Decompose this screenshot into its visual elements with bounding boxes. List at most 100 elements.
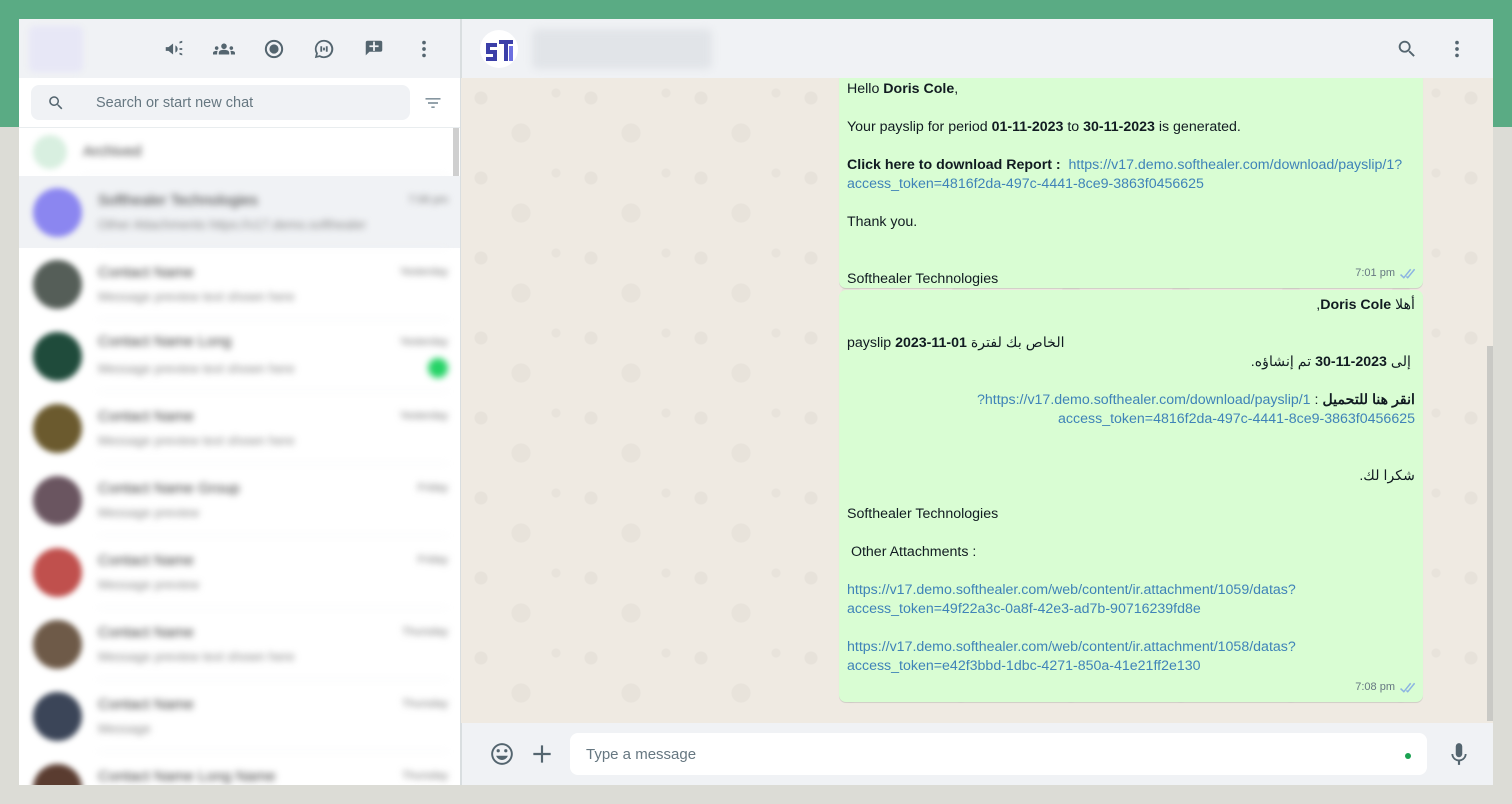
communities-icon [213, 43, 235, 54]
chat-list-item-body: Softhealer Technologies 7:08 pm Other Atta… [98, 176, 448, 248]
message-input[interactable] [586, 745, 1411, 763]
chat-preview: Message preview text shown here [98, 432, 295, 448]
message-meta: 7:08 pm [1355, 678, 1415, 697]
whatsapp-window: Archived Softhealer Technologies 7:08 pm Ot… [19, 19, 1493, 785]
chat-list-item-body: Contact Name Yesterday Message preview tex… [98, 248, 448, 320]
attachment-link[interactable]: https://v17.demo.softhealer.com/web/cont… [847, 638, 1415, 657]
avatar [33, 475, 82, 525]
search-icon [1398, 40, 1415, 57]
message-line: شكرا لك. [1359, 468, 1415, 484]
chat-list-item[interactable]: Contact Name Long Yesterday Message previe… [19, 320, 460, 392]
message-scrollbar[interactable] [1487, 346, 1493, 721]
chat-list-item-body: Contact Name Long Yesterday Message previe… [98, 320, 448, 392]
conversation-header [461, 19, 1493, 78]
grammar-indicator [1405, 753, 1411, 759]
chat-name: Contact Name [98, 263, 194, 281]
contact-name[interactable] [532, 28, 712, 69]
conversation-menu-button[interactable] [1437, 29, 1477, 69]
chat-name: Softhealer Technologies [98, 191, 258, 209]
avatar [33, 403, 82, 453]
megaphone-icon [165, 40, 183, 55]
chat-preview: Message [98, 720, 151, 736]
attachment-link-continued[interactable]: access_token=e42f3bbd-1dbc-4271-850a-41e… [847, 657, 1415, 676]
message-line: Your payslip for period 01-11-2023 to 30… [847, 119, 1241, 135]
chat-name: Contact Name Long Name [98, 767, 276, 785]
download-link-continued[interactable]: access_token=4816f2da-497c-4441-8ce9-386… [847, 175, 1415, 194]
unread-filter-button[interactable] [418, 88, 448, 118]
download-link[interactable]: https://v17.demo.softhealer.com/download… [977, 392, 1311, 408]
outgoing-message[interactable]: أهلا Doris Cole, payslip 2023-11-01 الخا… [839, 290, 1423, 702]
message-meta: 7:01 pm [1355, 264, 1415, 283]
chat-list-item-body: Contact Name Long NameThursdayMessage [98, 752, 448, 785]
message-line: Hello Doris Cole, [847, 81, 959, 97]
unread-badge [428, 358, 448, 378]
message-line: Click here to download Report : https://… [847, 157, 1403, 173]
chat-list-item[interactable]: Contact Name Group Friday Message preview [19, 464, 460, 536]
chat-list-item[interactable]: Contact Name Yesterday Message preview tex… [19, 248, 460, 320]
search-icon[interactable] [47, 94, 65, 112]
channels-chat-icon [314, 39, 334, 58]
conversation-search-button[interactable] [1387, 29, 1427, 69]
chat-preview: Message preview text shown here [98, 360, 295, 376]
double-check-icon [1400, 682, 1415, 693]
conversation-panel: Hello Doris Cole, Your payslip for perio… [461, 19, 1493, 785]
new-chat-button[interactable] [354, 29, 394, 69]
chat-time: Thursday [402, 626, 448, 638]
plus-icon [533, 745, 551, 763]
chat-preview: Message preview text shown here [98, 648, 295, 664]
chat-list-item[interactable]: Contact Name Thursday Message preview text… [19, 608, 460, 680]
communities-button[interactable] [204, 29, 244, 69]
chat-preview: Message preview text shown here [98, 288, 295, 304]
my-profile-avatar[interactable] [29, 25, 83, 72]
search-bar [19, 78, 460, 128]
download-link-continued[interactable]: access_token=4816f2da-497c-4441-8ce9-386… [847, 410, 1415, 429]
attach-button[interactable] [522, 734, 562, 774]
voice-message-button[interactable] [1439, 734, 1479, 774]
message-area[interactable]: Hello Doris Cole, Your payslip for perio… [461, 78, 1493, 723]
chat-name: Contact Name [98, 407, 194, 425]
message-line: إلى 2023-11-30 تم إنشاؤه. [1250, 354, 1411, 370]
softhealer-logo-icon [486, 39, 513, 61]
avatar [33, 547, 82, 597]
chat-time: Thursday [402, 698, 448, 710]
contact-avatar[interactable] [480, 29, 518, 68]
emoji-button[interactable] [482, 734, 522, 774]
meta-ai-button[interactable] [304, 29, 344, 69]
double-check-icon [1400, 268, 1415, 279]
download-link[interactable]: https://v17.demo.softhealer.com/download… [1069, 157, 1403, 173]
outgoing-message[interactable]: Hello Doris Cole, Your payslip for perio… [839, 78, 1423, 288]
sidebar-header [19, 19, 460, 78]
chat-name: Contact Name [98, 623, 194, 641]
chat-preview: Message preview [98, 504, 200, 520]
avatar [33, 619, 82, 669]
avatar [33, 187, 82, 237]
chat-list[interactable]: Archived Softhealer Technologies 7:08 pm Ot… [19, 128, 460, 785]
chat-list-item[interactable]: Contact Name Friday Message preview [19, 536, 460, 608]
search-input[interactable] [96, 94, 396, 111]
status-button[interactable] [254, 29, 294, 69]
attachment-link[interactable]: https://v17.demo.softhealer.com/web/cont… [847, 581, 1415, 600]
chat-name: Contact Name Long [98, 333, 232, 350]
message-signature: Softhealer Technologies [847, 271, 999, 287]
new-chat-icon [365, 40, 383, 55]
chat-list-item-body: Contact Name Yesterday Message preview tex… [98, 392, 448, 464]
chat-list-item[interactable]: Contact Name Yesterday Message preview tex… [19, 392, 460, 464]
chat-list-item[interactable]: Softhealer Technologies 7:08 pm Other Atta… [19, 176, 460, 248]
status-icon [264, 39, 284, 58]
chat-name: Contact Name Group [98, 479, 240, 497]
chat-preview: Message preview [98, 576, 200, 592]
sidebar-menu-button[interactable] [404, 29, 444, 69]
chat-time: Yesterday [399, 410, 448, 422]
attachments-label: Other Attachments : [847, 544, 977, 560]
channels-button[interactable] [154, 29, 194, 69]
avatar [33, 691, 82, 741]
filter-icon [425, 97, 441, 108]
attachment-link-continued[interactable]: access_token=49f22a3c-0a8f-42e3-ad7b-907… [847, 600, 1415, 619]
chat-list-item[interactable]: Contact Name Long NameThursdayMessage [19, 752, 460, 785]
message-line: Thank you. [847, 214, 918, 230]
archived-chats[interactable]: Archived [19, 128, 460, 176]
chat-time: Friday [417, 554, 448, 566]
chat-list-item-body: Contact Name Thursday Message [98, 680, 448, 752]
chat-list-item[interactable]: Contact Name Thursday Message [19, 680, 460, 752]
avatar [33, 331, 82, 381]
